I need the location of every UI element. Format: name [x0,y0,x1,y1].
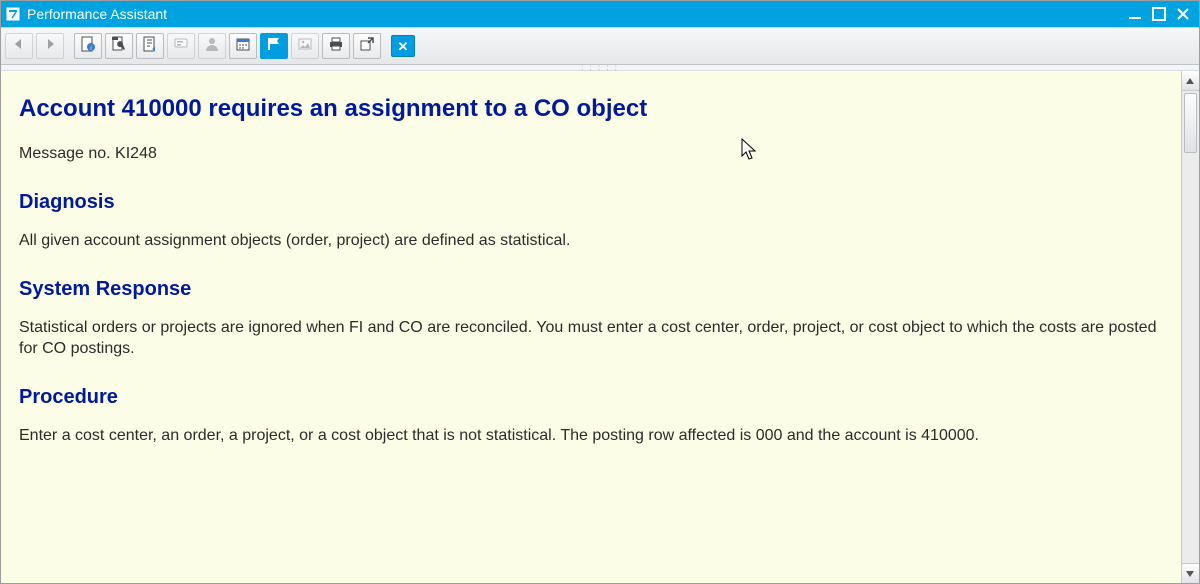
label-tag-icon [173,36,189,57]
arrow-right-icon [42,37,58,56]
printer-icon [328,36,344,57]
user-button [198,33,226,59]
print-button[interactable] [322,33,350,59]
scrollbar[interactable] [1181,71,1199,583]
flag-button[interactable] [260,33,288,59]
messages-button [167,33,195,59]
procedure-text: Enter a cost center, an order, a project… [19,425,1163,447]
diagnosis-heading: Diagnosis [19,189,1163,216]
system-response-heading: System Response [19,276,1163,303]
grip-dots-icon: : : : : : [581,65,619,70]
doc-title: Account 410000 requires an assignment to… [19,93,1163,125]
flag-icon [266,36,282,57]
system-response-text: Statistical orders or projects are ignor… [19,317,1163,360]
doc-arrow-icon [142,36,158,57]
toolbar: i✕ [1,27,1199,65]
calendar-button[interactable] [229,33,257,59]
svg-text:i: i [90,46,91,52]
scroll-thumb[interactable] [1184,93,1197,153]
performance-assistant-window: Performance Assistant i✕ : : : : : Accou… [0,0,1200,584]
customize-button[interactable] [136,33,164,59]
wrench-doc-icon [111,36,127,57]
procedure-heading: Procedure [19,384,1163,411]
x-icon: ✕ [398,40,409,53]
doc-info-button[interactable]: i [74,33,102,59]
close-window-button[interactable] [1173,5,1193,23]
doc-info-icon: i [80,36,96,57]
close-help-button[interactable]: ✕ [391,35,415,57]
arrow-left-icon [11,37,27,56]
back-button [5,33,33,59]
calendar-icon [235,36,251,57]
window-title: Performance Assistant [27,6,167,22]
app-icon [5,6,21,22]
export-icon [359,36,375,57]
maximize-button[interactable] [1149,5,1169,23]
scroll-track[interactable] [1182,91,1199,563]
diagnosis-text: All given account assignment objects (or… [19,230,1163,252]
breakpoint-button [291,33,319,59]
scroll-down-button[interactable] [1182,563,1199,583]
scroll-up-button[interactable] [1182,71,1199,91]
help-document: Account 410000 requires an assignment to… [1,71,1181,583]
person-icon [204,36,220,57]
titlebar: Performance Assistant [1,1,1199,27]
tech-info-button[interactable] [105,33,133,59]
message-number: Message no. KI248 [19,143,1163,165]
export-button[interactable] [353,33,381,59]
picture-icon [297,36,313,57]
forward-button [36,33,64,59]
minimize-button[interactable] [1125,5,1145,23]
